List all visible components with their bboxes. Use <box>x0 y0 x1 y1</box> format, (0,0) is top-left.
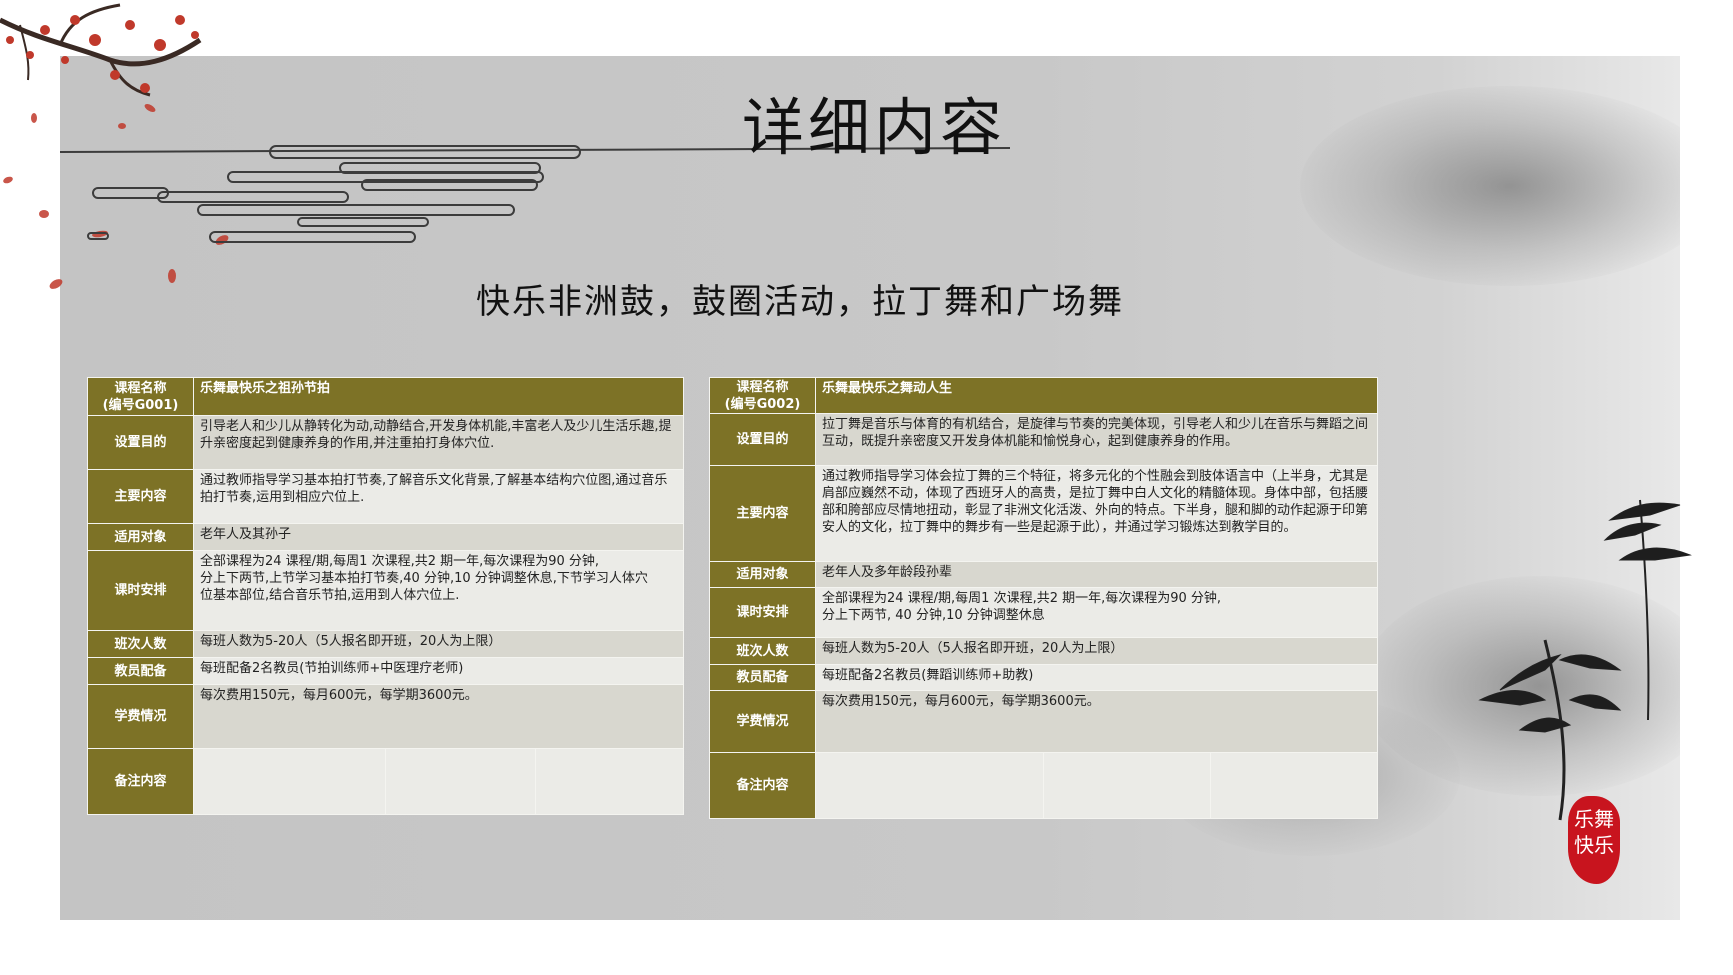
notes-cell <box>193 748 386 815</box>
fees-label: 学费情况 <box>709 690 816 753</box>
schedule-line: 分上下两节, 40 分钟,10 分钟调整休息 <box>822 608 1045 623</box>
schedule-line: 全部课程为24 课程/期,每周1 次课程,共2 期一年,每次课程为90 分钟, <box>200 554 600 569</box>
course-table-g001: 课程名称 (编号G001) 乐舞最快乐之祖孙节拍 设置目的 引导老人和少儿从静转… <box>87 377 684 815</box>
notes-cell <box>1043 752 1211 819</box>
notes-cell <box>385 748 536 815</box>
content-label: 主要内容 <box>709 465 816 562</box>
class-size-label: 班次人数 <box>709 637 816 665</box>
notes-cell <box>815 752 1044 819</box>
table-row: 课时安排 全部课程为24 课程/期,每周1 次课程,共2 期一年,每次课程为90… <box>87 550 684 631</box>
notes-label: 备注内容 <box>709 752 816 819</box>
table-row: 学费情况 每次费用150元，每月600元，每学期3600元。 <box>709 690 1378 753</box>
notes-cell <box>1210 752 1378 819</box>
seal-line: 乐舞 <box>1574 807 1614 831</box>
course-name-label: 课程名称 (编号G002) <box>709 377 816 414</box>
schedule-label: 课时安排 <box>87 550 194 631</box>
course-name: 乐舞最快乐之祖孙节拍 <box>193 377 684 416</box>
teachers-label: 教员配备 <box>87 657 194 685</box>
target-label: 适用对象 <box>709 561 816 588</box>
content-value: 通过教师指导学习基本拍打节奏,了解音乐文化背景,了解基本结构穴位图,通过音乐拍打… <box>193 469 684 524</box>
table-row: 教员配备 每班配备2名教员(舞蹈训练师+助教) <box>709 664 1378 691</box>
content-value: 通过教师指导学习体会拉丁舞的三个特征，将多元化的个性融会到肢体语言中（上半身，尤… <box>815 465 1378 562</box>
course-code: (编号G002) <box>724 396 801 412</box>
table-row: 主要内容 通过教师指导学习体会拉丁舞的三个特征，将多元化的个性融会到肢体语言中（… <box>709 465 1378 562</box>
schedule-label: 课时安排 <box>709 587 816 638</box>
table-row: 适用对象 老年人及其孙子 <box>87 523 684 551</box>
target-value: 老年人及多年龄段孙辈 <box>815 561 1378 588</box>
target-label: 适用对象 <box>87 523 194 551</box>
table-row: 备注内容 <box>87 748 684 815</box>
label-text: 课程名称 <box>114 380 167 396</box>
course-code: (编号G001) <box>102 397 179 413</box>
purpose-label: 设置目的 <box>87 415 194 470</box>
purpose-value: 拉丁舞是音乐与体育的有机结合，是旋律与节奏的完美体现，引导老人和少儿在音乐与舞蹈… <box>815 413 1378 466</box>
table-row: 班次人数 每班人数为5-20人（5人报名即开班，20人为上限） <box>709 637 1378 665</box>
purpose-value: 引导老人和少儿从静转化为动,动静结合,开发身体机能,丰富老人及少儿生活乐趣,提升… <box>193 415 684 470</box>
table-row: 适用对象 老年人及多年龄段孙辈 <box>709 561 1378 588</box>
red-seal-stamp: 乐舞 快乐 <box>1568 796 1620 884</box>
seal-line: 快乐 <box>1574 833 1614 857</box>
table-row: 课程名称 (编号G002) 乐舞最快乐之舞动人生 <box>709 377 1378 414</box>
plum-blossom-branch-icon <box>0 3 229 289</box>
purpose-label: 设置目的 <box>709 413 816 466</box>
fees-value: 每次费用150元，每月600元，每学期3600元。 <box>815 690 1378 753</box>
table-row: 设置目的 拉丁舞是音乐与体育的有机结合，是旋律与节奏的完美体现，引导老人和少儿在… <box>709 413 1378 466</box>
schedule-line: 分上下两节,上节学习基本拍打节奏,40 分钟,10 分钟调整休息,下节学习人体穴 <box>200 571 648 586</box>
notes-label: 备注内容 <box>87 748 194 815</box>
teachers-value: 每班配备2名教员(节拍训练师+中医理疗老师) <box>193 657 684 685</box>
fees-label: 学费情况 <box>87 684 194 749</box>
schedule-value: 全部课程为24 课程/期,每周1 次课程,共2 期一年,每次课程为90 分钟, … <box>193 550 684 631</box>
table-row: 备注内容 <box>709 752 1378 819</box>
table-row: 设置目的 引导老人和少儿从静转化为动,动静结合,开发身体机能,丰富老人及少儿生活… <box>87 415 684 470</box>
table-row: 班次人数 每班人数为5-20人（5人报名即开班，20人为上限） <box>87 630 684 658</box>
label-text: 课程名称 <box>736 379 789 395</box>
bamboo-icon <box>1478 499 1692 821</box>
table-row: 教员配备 每班配备2名教员(节拍训练师+中医理疗老师) <box>87 657 684 685</box>
class-size-value: 每班人数为5-20人（5人报名即开班，20人为上限） <box>815 637 1378 665</box>
page-title: 详细内容 <box>742 91 1007 164</box>
teachers-label: 教员配备 <box>709 664 816 691</box>
table-row: 主要内容 通过教师指导学习基本拍打节奏,了解音乐文化背景,了解基本结构穴位图,通… <box>87 469 684 524</box>
teachers-value: 每班配备2名教员(舞蹈训练师+助教) <box>815 664 1378 691</box>
page-subtitle: 快乐非洲鼓，鼓圈活动，拉丁舞和广场舞 <box>476 282 1124 322</box>
table-row: 课时安排 全部课程为24 课程/期,每周1 次课程,共2 期一年,每次课程为90… <box>709 587 1378 638</box>
notes-cell <box>535 748 684 815</box>
course-table-g002: 课程名称 (编号G002) 乐舞最快乐之舞动人生 设置目的 拉丁舞是音乐与体育的… <box>709 377 1378 819</box>
target-value: 老年人及其孙子 <box>193 523 684 551</box>
schedule-line: 位基本部位,结合音乐节拍,运用到人体穴位上. <box>200 588 460 603</box>
fees-value: 每次费用150元，每月600元，每学期3600元。 <box>193 684 684 749</box>
class-size-value: 每班人数为5-20人（5人报名即开班，20人为上限） <box>193 630 684 658</box>
schedule-value: 全部课程为24 课程/期,每周1 次课程,共2 期一年,每次课程为90 分钟, … <box>815 587 1378 638</box>
content-label: 主要内容 <box>87 469 194 524</box>
course-name-label: 课程名称 (编号G001) <box>87 377 194 416</box>
schedule-line: 全部课程为24 课程/期,每周1 次课程,共2 期一年,每次课程为90 分钟, <box>822 591 1222 606</box>
class-size-label: 班次人数 <box>87 630 194 658</box>
table-row: 学费情况 每次费用150元，每月600元，每学期3600元。 <box>87 684 684 749</box>
course-name: 乐舞最快乐之舞动人生 <box>815 377 1378 414</box>
table-row: 课程名称 (编号G001) 乐舞最快乐之祖孙节拍 <box>87 377 684 416</box>
